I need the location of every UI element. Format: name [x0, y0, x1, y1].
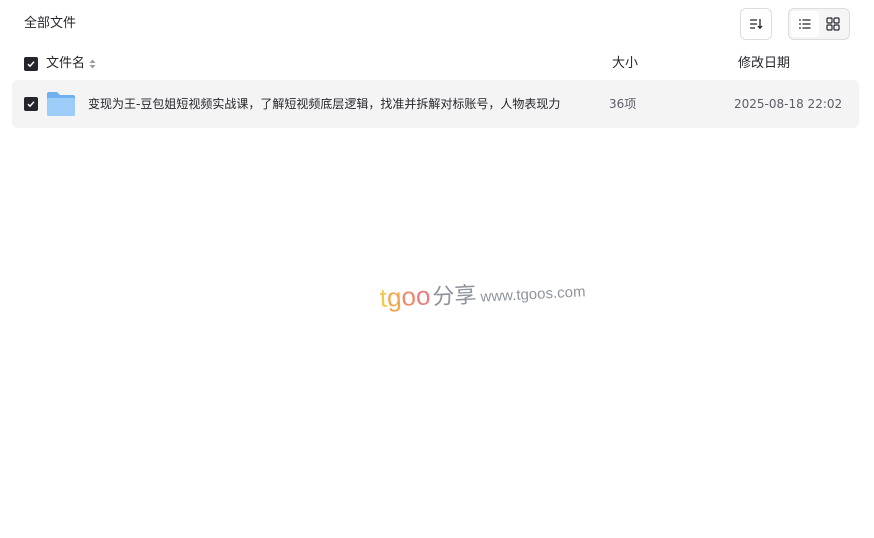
view-toggle	[788, 8, 850, 40]
folder-icon	[47, 92, 75, 116]
column-header-date[interactable]: 修改日期	[738, 54, 790, 74]
table-row[interactable]: 变现为王-豆包姐短视频实战课，了解短视频底层逻辑，找准并拆解对标账号，人物表现力…	[12, 80, 859, 128]
column-header-name[interactable]: 文件名	[46, 54, 96, 74]
toolbar: 全部文件	[0, 0, 874, 48]
column-header-name-label: 文件名	[46, 56, 86, 71]
breadcrumb-all-files[interactable]: 全部文件	[24, 14, 76, 34]
sort-button[interactable]	[740, 8, 772, 40]
watermark: tgoo 分享 www.tgoos.com	[379, 270, 611, 322]
file-browser: 全部文件 文件名 大小 修改日期 变现为王-豆包姐短视频实战课，了解短视频底层逻…	[0, 0, 874, 538]
list-view-button[interactable]	[791, 11, 819, 37]
select-all-checkbox[interactable]	[24, 57, 38, 71]
watermark-logo: tgoo	[379, 280, 432, 313]
list-view-icon	[799, 19, 811, 29]
grid-view-icon	[826, 17, 840, 31]
file-size: 36项	[609, 97, 637, 111]
check-icon	[27, 101, 35, 108]
sort-arrows-icon	[89, 59, 96, 69]
watermark-url: www.tgoos.com	[480, 283, 586, 306]
watermark-share-text: 分享	[431, 282, 478, 311]
column-header-size[interactable]: 大小	[612, 54, 638, 74]
table-header: 文件名 大小 修改日期	[0, 48, 874, 80]
check-icon	[27, 61, 35, 68]
grid-view-button[interactable]	[819, 11, 847, 37]
row-checkbox[interactable]	[24, 97, 38, 111]
sort-icon	[750, 19, 763, 30]
file-name[interactable]: 变现为王-豆包姐短视频实战课，了解短视频底层逻辑，找准并拆解对标账号，人物表现力	[88, 94, 560, 114]
file-date: 2025-08-18 22:02	[734, 97, 843, 111]
